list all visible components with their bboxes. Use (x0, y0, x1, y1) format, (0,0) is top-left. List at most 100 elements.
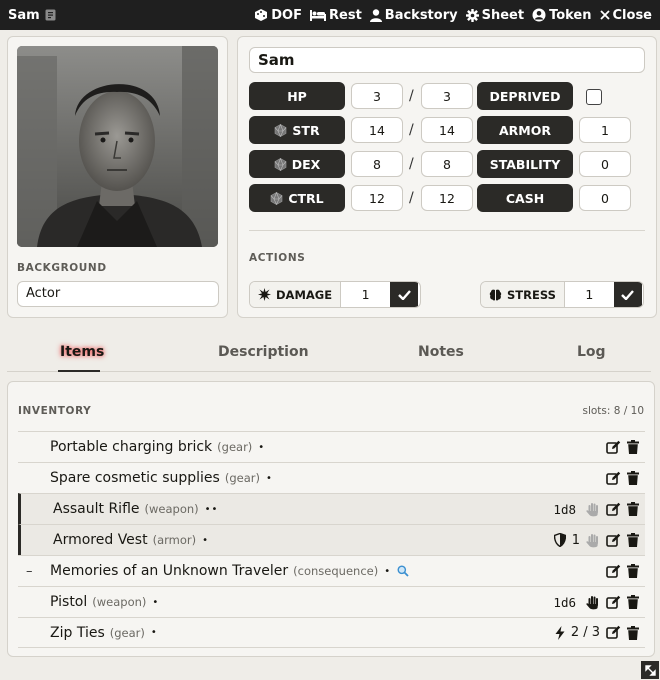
dex-current-field[interactable]: 8 (351, 151, 403, 177)
trash-icon[interactable] (627, 625, 639, 640)
str-slash: / (409, 122, 414, 138)
damage-value-field[interactable]: 1 (340, 282, 390, 307)
token-label: Token (549, 7, 592, 23)
edit-icon[interactable] (606, 564, 621, 579)
hp-label-text: HP (287, 88, 307, 104)
sheet-button[interactable]: Sheet (465, 8, 524, 23)
ctrl-max-field[interactable]: 12 (421, 185, 473, 211)
deprived-label-text: DEPRIVED (489, 88, 561, 104)
dex-max-field[interactable]: 8 (421, 151, 473, 177)
damage-confirm-button[interactable] (390, 282, 419, 307)
slots-counter: slots: 8 / 10 (582, 405, 644, 417)
item-name: Memories of an Unknown Traveler (50, 563, 289, 579)
stability-field[interactable]: 0 (579, 151, 631, 177)
edit-icon[interactable] (606, 471, 621, 486)
edit-icon[interactable] (606, 625, 621, 640)
actions-label: ACTIONS (249, 252, 306, 264)
item-type: (weapon) (144, 502, 199, 516)
stress-confirm-button[interactable] (613, 282, 642, 307)
inventory-item[interactable]: Zip Ties (gear) • 2 / 3 (18, 617, 645, 648)
str-max-field[interactable]: 14 (421, 117, 473, 143)
trash-icon[interactable] (627, 471, 639, 485)
tab-description[interactable]: Description (218, 344, 309, 360)
inventory-item[interactable]: – Memories of an Unknown Traveler (conse… (18, 555, 645, 586)
damage-action-label: DAMAGE (250, 282, 341, 307)
item-slot-dots: • (152, 596, 160, 608)
inventory-item[interactable]: Armored Vest (armor) • 1 (18, 524, 645, 555)
rest-button[interactable]: Rest (310, 8, 362, 23)
window-titlebar: Sam DOF Rest Backstory Sheet Token Close (0, 0, 660, 30)
character-portrait[interactable] (17, 46, 218, 247)
resize-handle[interactable] (641, 661, 659, 679)
backstory-button[interactable]: Backstory (369, 7, 458, 23)
cash-label-text: CASH (505, 190, 545, 206)
str-current-field[interactable]: 14 (351, 117, 403, 143)
damage-label-text: DAMAGE (276, 287, 333, 302)
background-field[interactable]: Actor (17, 281, 219, 307)
stress-value-field[interactable]: 1 (563, 282, 614, 307)
item-type: (gear) (224, 471, 260, 485)
dex-roll-button[interactable]: DEX (249, 150, 345, 178)
dof-button[interactable]: DOF (254, 8, 302, 23)
hp-label: HP (249, 82, 345, 110)
token-button[interactable]: Token (532, 7, 592, 23)
armor-bonus: 1 (571, 532, 580, 548)
hp-slash: / (409, 88, 414, 104)
cash-field[interactable]: 0 (579, 185, 631, 211)
tab-items[interactable]: Items (60, 344, 104, 360)
hand-icon[interactable] (586, 595, 600, 610)
str-roll-button[interactable]: STR (249, 116, 345, 144)
d20-icon (274, 123, 287, 137)
inventory-list: Portable charging brick (gear) • Spare c… (18, 431, 645, 648)
backstory-label: Backstory (384, 7, 458, 23)
trash-icon[interactable] (627, 440, 639, 454)
item-type: (gear) (109, 625, 145, 640)
brain-icon (489, 289, 502, 301)
trash-icon[interactable] (627, 502, 639, 516)
trash-icon[interactable] (627, 564, 639, 578)
active-tab-indicator (58, 370, 100, 372)
hp-max-field[interactable]: 3 (421, 83, 473, 109)
background-label: BACKGROUND (17, 262, 107, 274)
item-slot-dots: • (384, 565, 392, 577)
edit-icon[interactable] (606, 502, 621, 517)
damage-dice[interactable]: 1d8 (553, 502, 576, 517)
damage-dice[interactable]: 1d6 (553, 595, 576, 610)
inventory-item[interactable]: Assault Rifle (weapon) •• 1d8 (18, 493, 645, 524)
cash-label: CASH (477, 184, 573, 212)
deprived-checkbox[interactable] (586, 89, 602, 105)
resize-icon (644, 664, 656, 676)
ctrl-slash: / (409, 190, 414, 206)
item-type: (consequence) (293, 564, 379, 578)
ctrl-roll-button[interactable]: CTRL (249, 184, 345, 212)
ctrl-current-field[interactable]: 12 (351, 185, 403, 211)
armor-field[interactable]: 1 (579, 117, 631, 143)
dice-icon (254, 8, 268, 22)
hp-current-field[interactable]: 3 (351, 83, 403, 109)
inventory-item[interactable]: Pistol (weapon) • 1d6 (18, 586, 645, 617)
armor-label: ARMOR (477, 116, 573, 144)
edit-icon[interactable] (606, 440, 621, 455)
item-dash: – (26, 563, 33, 579)
trash-icon[interactable] (627, 595, 639, 609)
hand-icon[interactable] (586, 533, 600, 548)
sheet-tabs: Items Description Notes Log (7, 340, 651, 372)
deprived-label: DEPRIVED (477, 82, 573, 110)
bolt-icon[interactable] (555, 625, 565, 640)
d20-icon (274, 157, 287, 171)
inventory-item[interactable]: Spare cosmetic supplies (gear) • (18, 462, 645, 493)
close-button[interactable]: Close (599, 8, 652, 23)
character-name-field[interactable]: Sam (249, 47, 645, 73)
edit-icon[interactable] (606, 595, 621, 610)
gear-icon (465, 8, 479, 22)
tab-log[interactable]: Log (577, 344, 606, 360)
inventory-item[interactable]: Portable charging brick (gear) • (18, 431, 645, 462)
hand-icon[interactable] (586, 502, 600, 517)
d20-icon (270, 191, 283, 205)
trash-icon[interactable] (627, 533, 639, 547)
item-name: Zip Ties (50, 624, 105, 641)
edit-icon[interactable] (606, 533, 621, 548)
item-slot-dots: • (150, 627, 158, 638)
magnifier-icon[interactable] (397, 565, 409, 577)
tab-notes[interactable]: Notes (418, 344, 464, 360)
